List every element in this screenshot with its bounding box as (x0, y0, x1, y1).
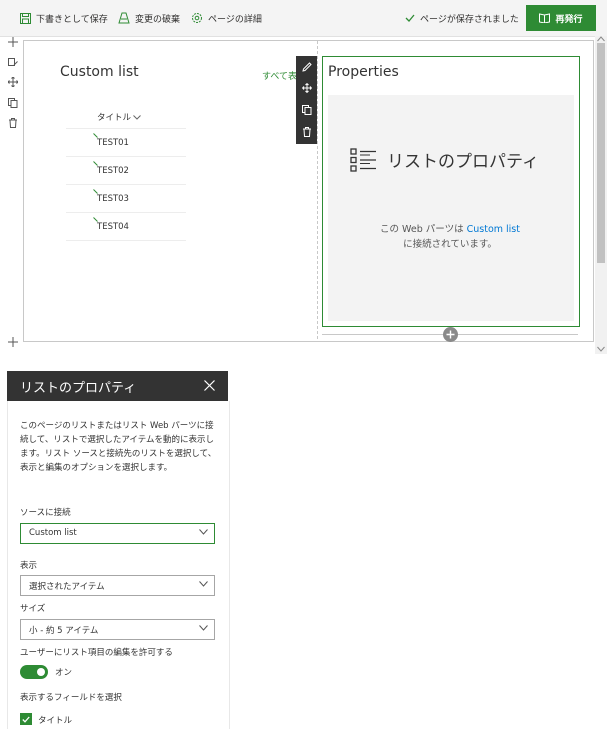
display-label: 表示 (20, 561, 38, 571)
chevron-down-icon (199, 625, 208, 631)
save-draft-label: 下書きとして保存 (36, 14, 108, 25)
delete-webpart-icon[interactable] (299, 124, 314, 139)
saved-status-label: ページが保存されました (420, 14, 519, 25)
list-webpart-title: Custom list (60, 64, 139, 80)
list-row-divider (66, 240, 186, 245)
size-dropdown[interactable]: 小 - 約 5 アイテム (20, 619, 215, 640)
chevron-down-icon (133, 114, 141, 120)
property-pane-description: このページのリストまたはリスト Web パーツに接続して、リストで選択したアイテ… (20, 421, 217, 473)
move-webpart-icon[interactable] (299, 80, 314, 95)
column-header-label: タイトル (97, 113, 132, 123)
column-divider (317, 41, 318, 339)
placeholder-desc-after: に接続されています。 (403, 239, 497, 250)
duplicate-webpart-icon[interactable] (299, 102, 314, 117)
page-details-label: ページの詳細 (208, 14, 262, 25)
display-dropdown[interactable]: 選択されたアイテム (20, 575, 215, 596)
republish-button[interactable]: 再発行 (526, 5, 596, 31)
scroll-down-icon[interactable] (597, 346, 605, 352)
list-properties-icon (350, 147, 377, 172)
placeholder-desc-before: この Web パーツは (380, 224, 467, 235)
webpart-toolbar (296, 56, 317, 144)
page-details-button[interactable]: ページの詳細 (190, 9, 262, 27)
scroll-up-icon[interactable] (597, 36, 605, 42)
edit-section-icon[interactable] (6, 55, 20, 69)
book-icon (539, 13, 551, 23)
list-row-title: TEST02 (97, 166, 129, 176)
source-label: ソースに接続 (20, 508, 71, 518)
placeholder-heading-text: リストのプロパティ (387, 152, 539, 172)
display-dropdown-value: 選択されたアイテム (29, 582, 105, 592)
command-bar: 下書きとして保存 変更の破棄 ページの詳細 ページが保存されました 再発行 (0, 0, 607, 37)
list-row[interactable]: TEST01 (66, 128, 186, 157)
property-pane-title: リストのプロパティ (20, 381, 137, 396)
size-label: サイズ (20, 604, 46, 614)
close-icon[interactable] (201, 377, 217, 393)
properties-webpart-title: Properties (328, 64, 399, 80)
save-draft-button[interactable]: 下書きとして保存 (18, 9, 108, 27)
list-row-title: TEST01 (97, 138, 129, 148)
add-section-left-icon[interactable] (6, 335, 20, 349)
gear-icon (190, 11, 204, 25)
list-row[interactable]: TEST02 (66, 156, 186, 185)
saved-status: ページが保存されました (405, 9, 519, 27)
chevron-down-icon (199, 581, 208, 587)
delete-icon[interactable] (6, 116, 20, 130)
placeholder-description: この Web パーツは Custom list に接続されています。 (330, 222, 570, 252)
republish-label: 再発行 (555, 14, 583, 25)
check-icon (22, 716, 30, 723)
add-section-button[interactable] (443, 327, 458, 342)
move-icon[interactable] (6, 75, 20, 89)
source-dropdown-value: Custom list (29, 528, 77, 538)
properties-placeholder (328, 95, 574, 321)
add-webpart-icon[interactable] (6, 35, 20, 49)
list-row[interactable]: TEST04 (66, 212, 186, 241)
edit-webpart-icon[interactable] (299, 59, 314, 74)
scroll-thumb[interactable] (597, 43, 605, 263)
field-title-label: タイトル (38, 716, 73, 726)
size-dropdown-value: 小 - 約 5 アイテム (29, 626, 99, 636)
source-dropdown[interactable]: Custom list (20, 523, 215, 544)
edit-permission-label: ユーザーにリスト項目の編集を許可する (20, 648, 173, 658)
column-header-title[interactable]: タイトル (97, 111, 141, 123)
field-title-checkbox[interactable] (20, 713, 32, 725)
placeholder-heading: リストのプロパティ (350, 147, 539, 172)
discard-label: 変更の破棄 (135, 14, 181, 25)
list-row-title: TEST03 (97, 194, 129, 204)
check-icon (405, 14, 415, 22)
discard-button[interactable]: 変更の破棄 (117, 9, 180, 27)
list-row[interactable]: TEST03 (66, 184, 186, 213)
chevron-down-icon (199, 529, 208, 535)
save-icon (18, 11, 32, 25)
discard-icon (117, 11, 131, 25)
duplicate-icon[interactable] (6, 96, 20, 110)
fields-label: 表示するフィールドを選択 (20, 693, 122, 703)
list-row-title: TEST04 (97, 222, 129, 232)
connected-list-link[interactable]: Custom list (467, 224, 520, 235)
plus-icon (446, 330, 455, 339)
toggle-knob (37, 668, 45, 676)
toggle-state-label: オン (55, 668, 73, 678)
see-all-link[interactable]: すべて表示 (262, 69, 297, 82)
